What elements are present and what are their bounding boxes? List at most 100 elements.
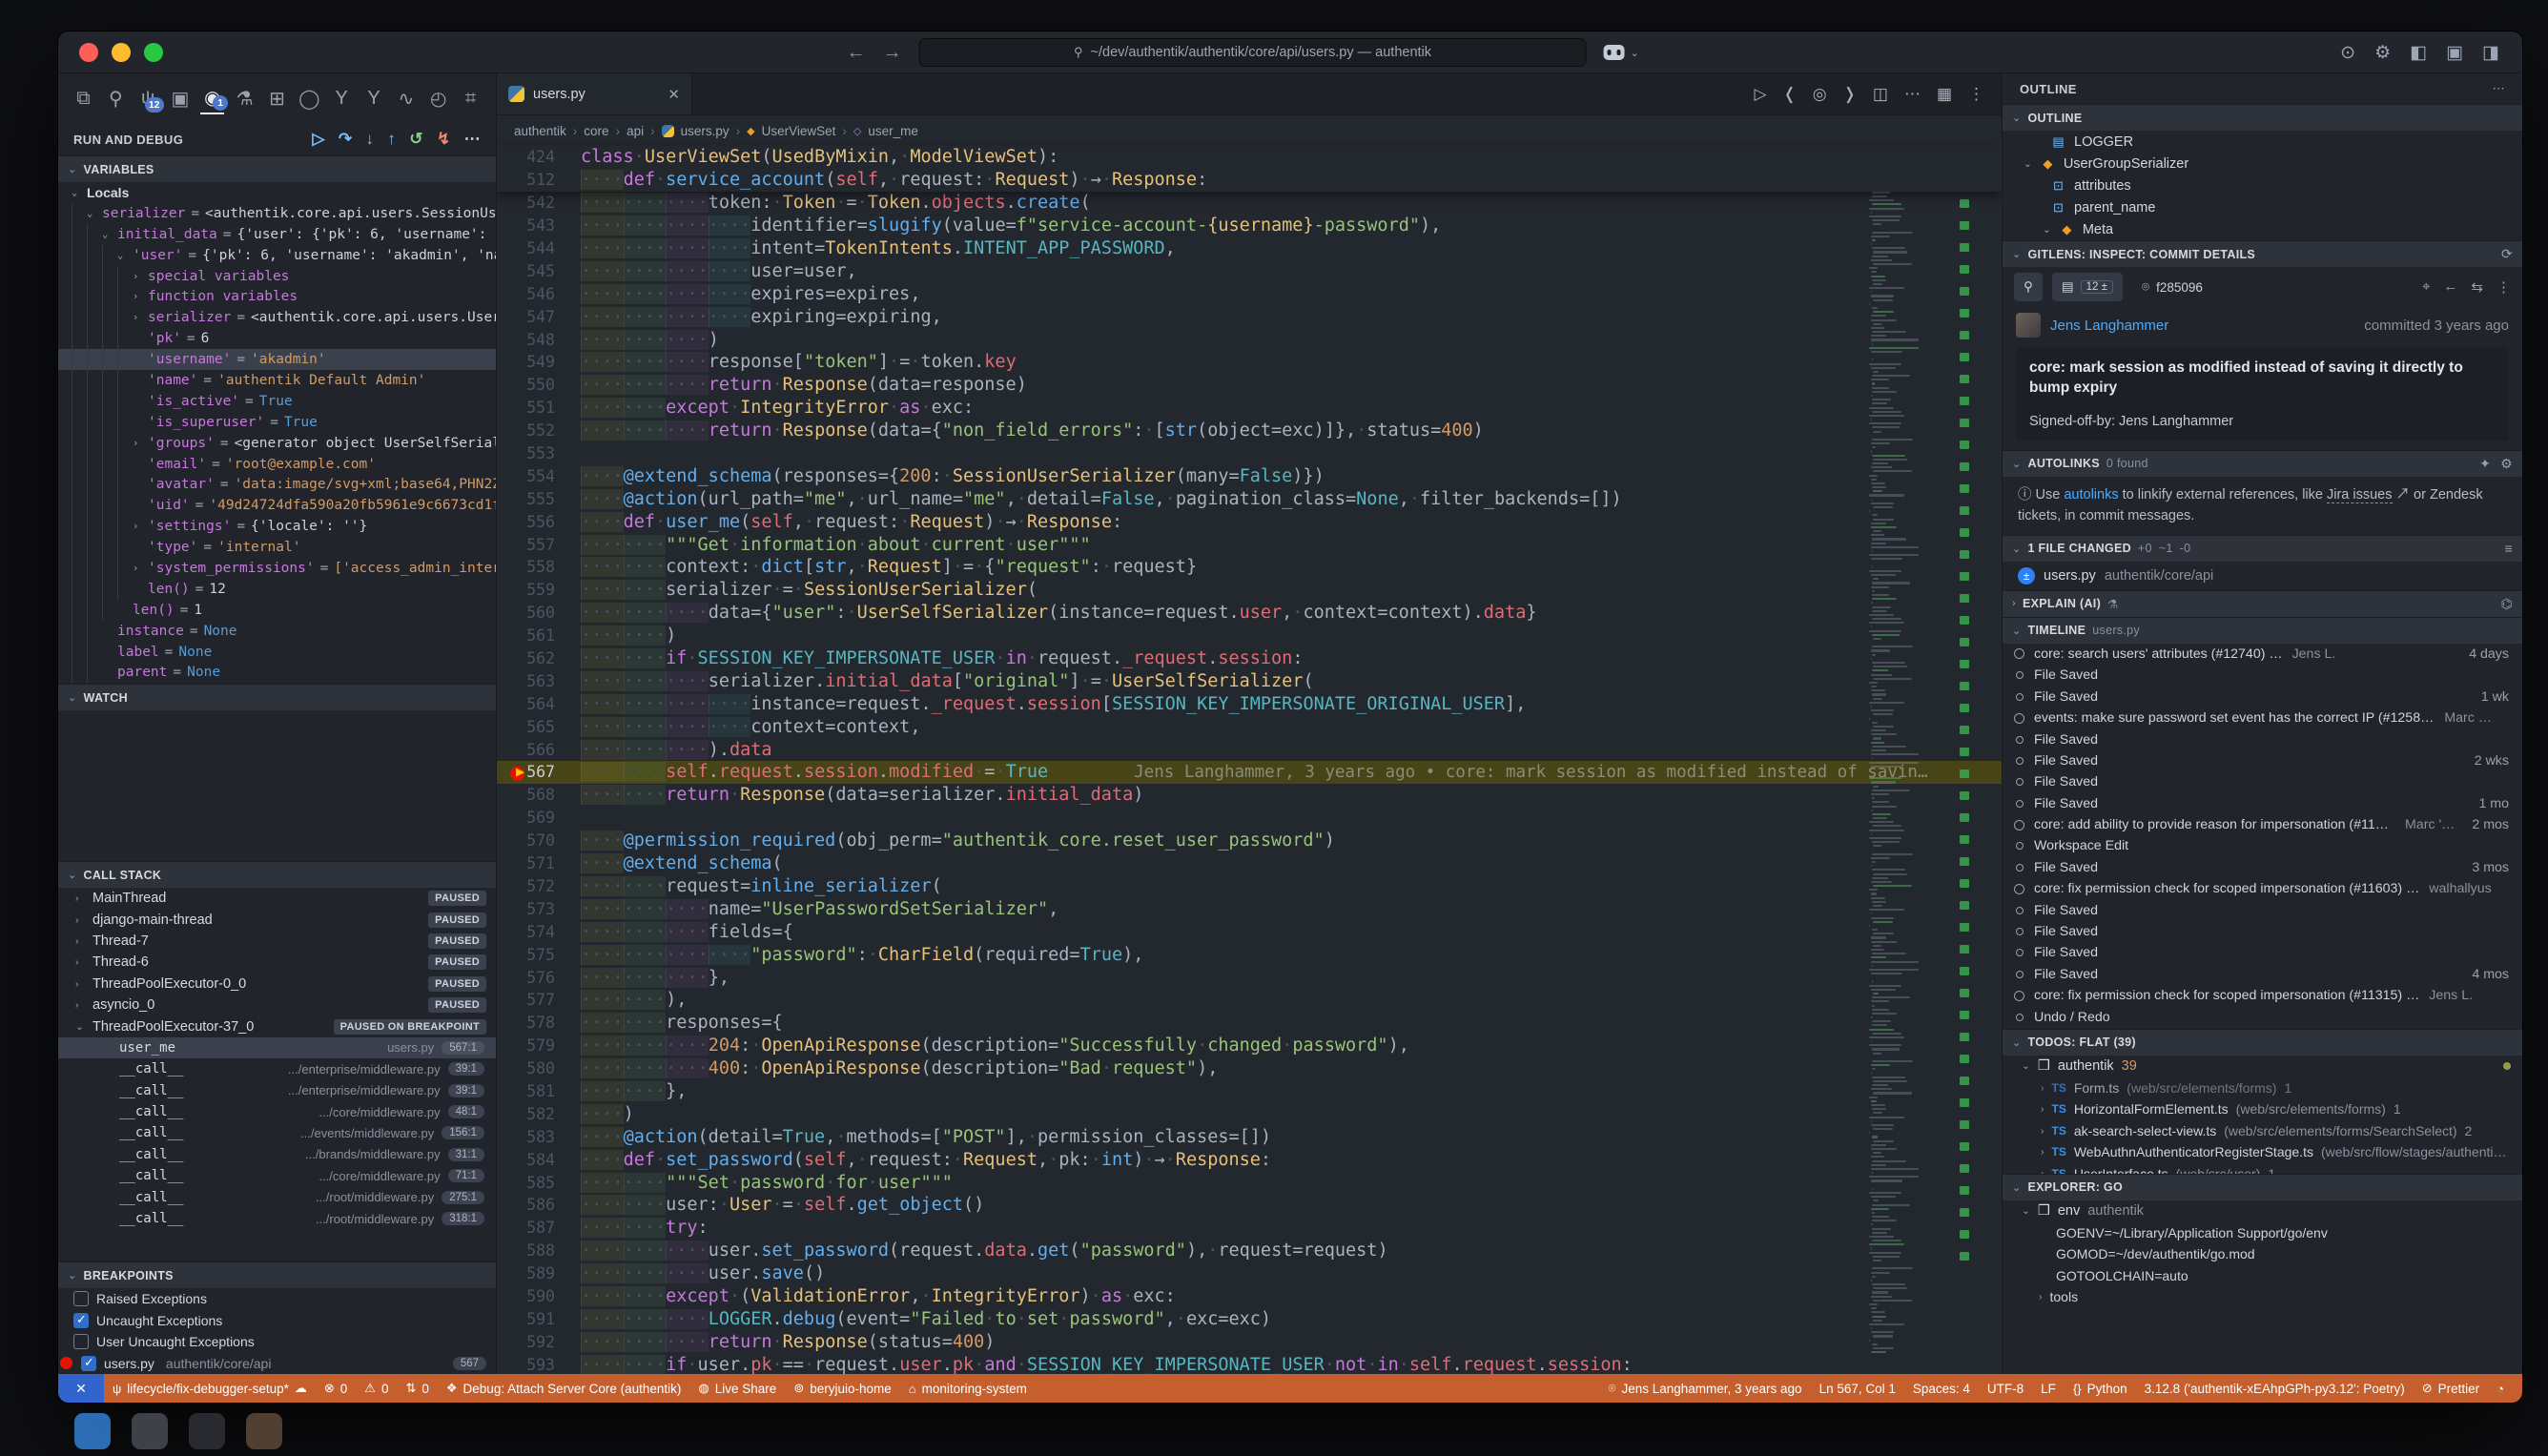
timeline-item[interactable]: File Saved <box>2003 942 2522 963</box>
code-line[interactable]: 578········responses={ <box>497 1012 2002 1035</box>
call-stack-frame[interactable]: __call__.../core/middleware.py48:1 <box>58 1101 496 1122</box>
ports-item[interactable]: ⇅0 <box>397 1374 437 1403</box>
variable-row[interactable]: 'username'='akadmin' <box>58 349 496 370</box>
breadcrumb-item[interactable]: api <box>627 124 644 138</box>
prettier-item[interactable]: ⊘Prettier <box>2414 1374 2488 1403</box>
code-line[interactable]: 590········except·(ValidationError,·Inte… <box>497 1285 2002 1308</box>
code-line[interactable]: 587········try: <box>497 1217 2002 1240</box>
monitoring-system-item[interactable]: ⌂monitoring-system <box>900 1374 1036 1403</box>
pin-icon[interactable]: ⌖ <box>2422 278 2430 296</box>
toggle-secondary-sidebar-icon[interactable]: ◨ <box>2482 42 2499 64</box>
variable-row[interactable]: 'is_superuser'=True <box>58 412 496 433</box>
nav-back-icon[interactable]: ← <box>847 42 866 64</box>
step-into-icon[interactable]: ↓ <box>365 130 374 149</box>
back-icon[interactable]: ← <box>2443 278 2457 296</box>
call-stack-frame[interactable]: __call__.../enterprise/middleware.py39:1 <box>58 1080 496 1101</box>
call-stack-frame[interactable]: __call__.../core/middleware.py71:1 <box>58 1165 496 1186</box>
outline-item[interactable]: ▤LOGGER <box>2003 131 2522 153</box>
variable-row[interactable]: ⌄'user'={'pk': 6, 'username': 'akadmin',… <box>58 245 496 266</box>
variable-row[interactable]: instance=None <box>58 621 496 642</box>
more-actions-icon[interactable]: ⋯ <box>1904 85 1921 104</box>
call-stack-thread[interactable]: ›asyncio_0PAUSED <box>58 995 496 1015</box>
outline-item[interactable]: ⊡attributes <box>2003 174 2522 196</box>
gutter-blame-icon[interactable]: ◎ <box>1813 85 1827 104</box>
copilot-menu[interactable]: ⌄ <box>1604 45 1639 60</box>
todos-root-row[interactable]: ⌄❒authentik39 <box>2003 1056 2522 1077</box>
live-share-item[interactable]: ◍Live Share <box>689 1374 785 1403</box>
breadcrumb-item[interactable]: authentik <box>514 124 566 138</box>
code-line[interactable]: 592············return·Response(status=40… <box>497 1330 2002 1353</box>
testing-icon[interactable]: ⚗ <box>233 82 257 114</box>
variable-row[interactable]: label=None <box>58 642 496 663</box>
explain-ai-section-header[interactable]: › EXPLAIN (AI) ⚗ ⌬ <box>2003 590 2522 617</box>
timeline-item[interactable]: File Saved2 wks <box>2003 750 2522 771</box>
minimap[interactable] <box>1868 192 1954 1374</box>
code-line[interactable]: 555····@action(url_path="me",·url_name="… <box>497 487 2002 510</box>
variable-row[interactable]: len()=12 <box>58 579 496 600</box>
code-line[interactable]: 559········serializer·=·SessionUserSeria… <box>497 579 2002 602</box>
outline-item[interactable]: ⊡parent_name <box>2003 196 2522 218</box>
code-line[interactable]: 589············user.save() <box>497 1262 2002 1285</box>
timeline-item[interactable]: Undo / Redo <box>2003 1006 2522 1027</box>
commit-sha-chip[interactable]: ⌾ f285096 <box>2132 273 2212 301</box>
source-control-icon[interactable]: ψ12 <box>136 82 160 114</box>
outline-item[interactable]: ⌄◆UserGroupSerializer <box>2003 153 2522 174</box>
code-line[interactable]: 545················user=user, <box>497 259 2002 282</box>
call-stack-frame[interactable]: __call__.../brands/middleware.py31:1 <box>58 1144 496 1165</box>
gitlens-section-header[interactable]: ⌄ GITLENS: INSPECT: COMMIT DETAILS ⟳ <box>2003 240 2522 267</box>
code-line[interactable]: 554····@extend_schema(responses={200:·Se… <box>497 464 2002 487</box>
minimize-window-button[interactable] <box>112 43 131 62</box>
breakpoint-row[interactable]: User Uncaught Exceptions <box>58 1331 496 1353</box>
variable-row[interactable]: ⌄initial_data={'user': {'pk': 6, 'userna… <box>58 224 496 245</box>
close-tab-icon[interactable]: ✕ <box>668 86 680 103</box>
code-line[interactable]: 557········"""Get·information·about·curr… <box>497 533 2002 556</box>
call-stack-frame[interactable]: __call__.../root/middleware.py318:1 <box>58 1208 496 1229</box>
breakpoints-section-header[interactable]: ⌄ BREAKPOINTS <box>58 1261 496 1288</box>
variable-row[interactable]: parent=None <box>58 662 496 683</box>
previous-change-icon[interactable]: ❬ <box>1783 85 1797 104</box>
code-area[interactable]: 542············token:·Token·=·Token.obje… <box>497 192 2002 1374</box>
variable-row[interactable]: len()=1 <box>58 600 496 621</box>
breadcrumb-item[interactable]: core <box>584 124 608 138</box>
code-line[interactable]: 560············data={"user":·UserSelfSer… <box>497 602 2002 625</box>
timeline-item[interactable]: File Saved <box>2003 665 2522 686</box>
step-out-icon[interactable]: ↑ <box>387 130 396 149</box>
code-line[interactable]: 565················context=context, <box>497 715 2002 738</box>
code-line[interactable]: 588············user.set_password(request… <box>497 1240 2002 1262</box>
variable-row[interactable]: ⌄serializer=<authentik.core.api.users.Se… <box>58 203 496 224</box>
autolinks-section-header[interactable]: ⌄ AUTOLINKS 0 found ✦⚙ <box>2003 450 2522 477</box>
variable-row[interactable]: 'type'='internal' <box>58 537 496 558</box>
restart-icon[interactable]: ↺ <box>409 130 423 149</box>
timeline-item[interactable]: File Saved <box>2003 899 2522 920</box>
kebab-icon[interactable]: ⋮ <box>2497 278 2511 296</box>
call-stack-frame[interactable]: __call__.../root/middleware.py275:1 <box>58 1186 496 1207</box>
autolinks-link[interactable]: autolinks <box>2064 487 2118 502</box>
variable-row[interactable]: 'avatar'='data:image/svg+xml;base64,PHN2… <box>58 474 496 495</box>
todos-file-row[interactable]: ›TSUserInterface.ts(web/src/user)1 <box>2003 1162 2522 1174</box>
breakpoint-checkbox[interactable] <box>73 1334 89 1349</box>
indentation-item[interactable]: Spaces: 4 <box>1904 1374 1979 1403</box>
breakpoint-checkbox[interactable] <box>73 1291 89 1306</box>
breadcrumb-item[interactable]: user_me <box>868 124 918 138</box>
test-adapter-icon[interactable]: Υ <box>362 82 386 114</box>
breakpoint-row[interactable]: users.pyauthentik/core/api567 <box>58 1353 496 1375</box>
timeline-item[interactable]: File Saved3 mos <box>2003 857 2522 878</box>
code-line[interactable]: 556····def·user_me(self,·request:·Reques… <box>497 510 2002 533</box>
remote-explorer-icon[interactable]: ▣ <box>169 82 193 114</box>
code-line[interactable]: 567▶········self.request.session.modifie… <box>497 761 2002 784</box>
language-item[interactable]: {}Python <box>2065 1374 2136 1403</box>
code-line[interactable]: 564················instance=request._req… <box>497 692 2002 715</box>
call-stack-frame[interactable]: __call__.../events/middleware.py156:1 <box>58 1122 496 1143</box>
changed-file-row[interactable]: ± users.py authentik/core/api <box>2003 562 2522 590</box>
timeline-section-header[interactable]: ⌄ TIMELINE users.py <box>2003 617 2522 644</box>
test-explorer-icon[interactable]: Υ <box>330 82 354 114</box>
call-stack-thread[interactable]: ›Thread-7PAUSED <box>58 931 496 952</box>
run-and-debug-icon[interactable]: ◉1 <box>200 82 224 114</box>
warnings-item[interactable]: ⚠0 <box>356 1374 397 1403</box>
remote-indicator[interactable]: ✕ <box>58 1374 104 1403</box>
explorer-go-section-header[interactable]: ⌄ EXPLORER: GO <box>2003 1174 2522 1200</box>
timeline-item[interactable]: File Saved4 mos <box>2003 964 2522 985</box>
explorer-icon[interactable]: ⧉ <box>72 82 95 114</box>
go-env-row[interactable]: GOMOD=~/dev/authentik/go.mod <box>2003 1243 2522 1265</box>
breadcrumb-item[interactable]: users.py <box>681 124 729 138</box>
